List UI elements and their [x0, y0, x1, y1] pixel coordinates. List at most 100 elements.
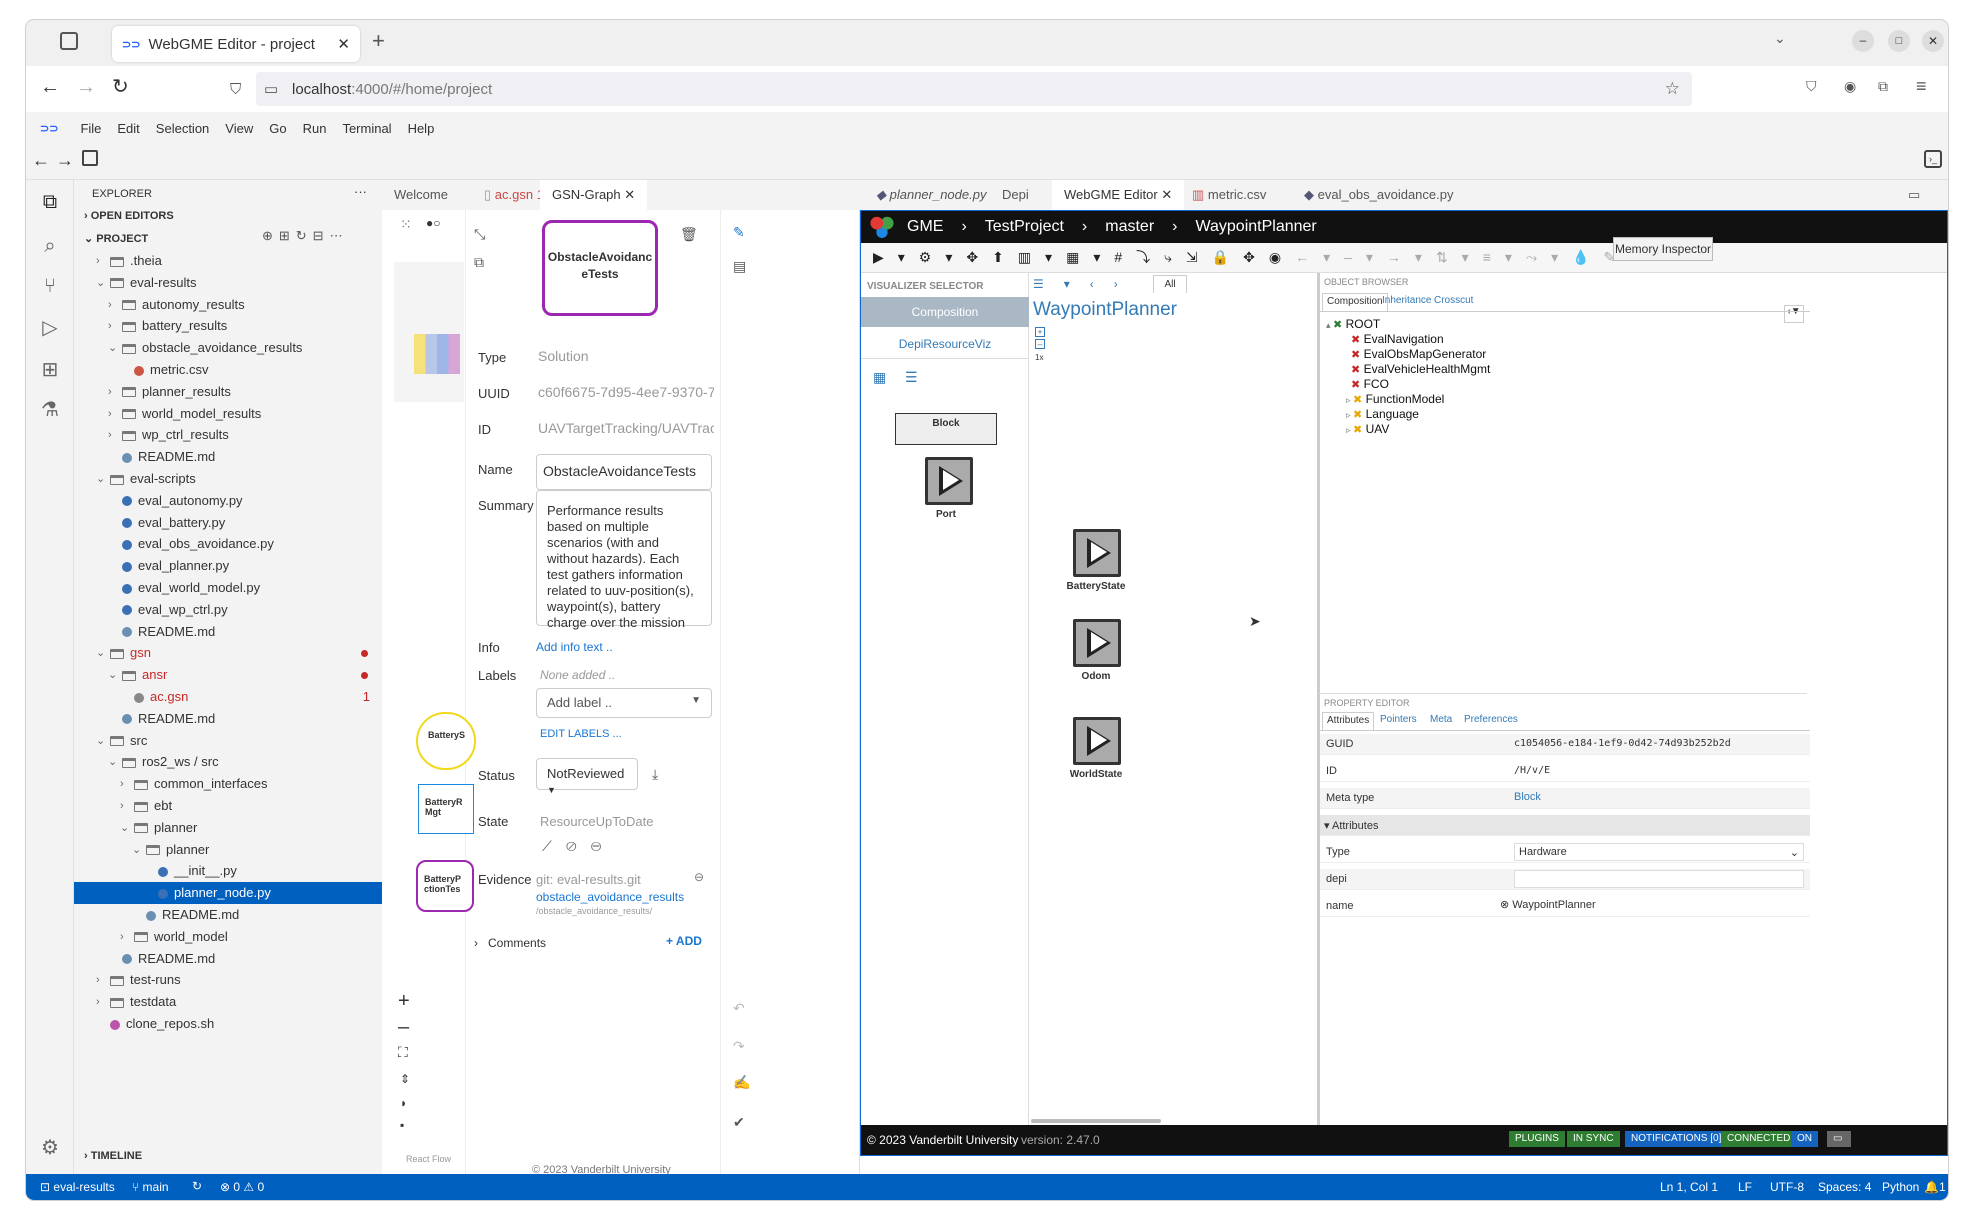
- tree-item[interactable]: ac.gsn 1: [74, 686, 382, 708]
- extensions-icon[interactable]: ⧉: [1878, 78, 1888, 95]
- tab-eval-obs[interactable]: ◆ eval_obs_avoidance.py: [1292, 180, 1466, 210]
- in-sync-badge[interactable]: IN SYNC: [1567, 1131, 1620, 1147]
- grid-icon[interactable]: ⁙: [400, 216, 412, 233]
- explorer-icon[interactable]: ⧉: [38, 190, 62, 214]
- pe-tab-preferences[interactable]: Preferences: [1464, 714, 1518, 725]
- tree-item[interactable]: › world_model: [74, 926, 382, 948]
- pocket-icon[interactable]: ⛉: [1806, 78, 1817, 95]
- tree-item[interactable]: › ebt: [74, 795, 382, 817]
- tree-item[interactable]: › testdata: [74, 991, 382, 1013]
- run-debug-icon[interactable]: ▷: [38, 316, 62, 340]
- keyboard-icon[interactable]: ▭: [1827, 1131, 1851, 1147]
- close-tab-icon[interactable]: ✕: [337, 35, 350, 53]
- collapse-icon[interactable]: ⇕: [400, 1072, 410, 1086]
- tree-item[interactable]: eval_obs_avoidance.py: [74, 533, 382, 555]
- tree-item[interactable]: README.md: [74, 708, 382, 730]
- remove-evidence-icon[interactable]: ⊖: [694, 870, 704, 884]
- reset-icon[interactable]: ⊗: [1500, 899, 1509, 911]
- tree-item[interactable]: planner_node.py: [74, 882, 382, 905]
- tab-gsn-graph[interactable]: GSN-Graph ✕: [540, 180, 648, 210]
- tab-welcome[interactable]: Welcome: [382, 180, 460, 210]
- menu-selection[interactable]: Selection: [156, 121, 209, 136]
- redo-icon[interactable]: ↷: [733, 1038, 745, 1055]
- status-eol[interactable]: LF: [1738, 1180, 1752, 1194]
- edit-labels-link[interactable]: EDIT LABELS ...: [540, 728, 622, 740]
- connected-badge[interactable]: CONNECTED: [1721, 1131, 1797, 1147]
- expand-icon[interactable]: ▹: [1346, 410, 1353, 420]
- explorer-more-icon[interactable]: ···: [354, 184, 367, 199]
- menu-go[interactable]: Go: [269, 121, 286, 136]
- name-input[interactable]: ObstacleAvoidanceTests: [536, 454, 712, 490]
- fit-view-icon[interactable]: ⛶: [398, 1044, 408, 1061]
- menu-help[interactable]: Help: [408, 121, 435, 136]
- tree-item[interactable]: › .theia: [74, 250, 382, 272]
- tree-item[interactable]: ⌄ planner: [74, 839, 382, 861]
- evidence-link[interactable]: obstacle_avoidance_results: [536, 890, 684, 904]
- pe-tab-attributes[interactable]: Attributes: [1322, 712, 1375, 730]
- object-tree-node[interactable]: ▴ ✖ ROOT: [1326, 317, 1380, 331]
- toggle-icon[interactable]: ●○: [426, 216, 441, 230]
- edit-icon[interactable]: ✎: [733, 224, 745, 241]
- tree-item[interactable]: ⌄ eval-results: [74, 272, 382, 294]
- filter-icon[interactable]: ‹▼: [1784, 305, 1804, 323]
- browser-tab-active[interactable]: ⊃⊃ WebGME Editor - project ✕: [112, 26, 360, 62]
- tree-item[interactable]: › test-runs: [74, 969, 382, 991]
- gsn-canvas[interactable]: ⁙ ●○ BatteryS BatteryR Mgt BatteryP ctio…: [382, 210, 476, 1174]
- status-notifications[interactable]: 🔔1: [1924, 1180, 1946, 1194]
- object-tree-node[interactable]: ▹ ✖ UAV: [1346, 422, 1389, 436]
- undo-icon[interactable]: ↶: [733, 1000, 745, 1017]
- attributes-header[interactable]: ▾ Attributes: [1320, 815, 1810, 836]
- crumb-project[interactable]: TestProject: [985, 218, 1064, 236]
- delete-icon[interactable]: 🗑: [680, 226, 698, 243]
- object-tree-node[interactable]: ✖ EvalObsMapGenerator: [1346, 347, 1486, 361]
- viz-depiresource[interactable]: DepiResourceViz: [861, 329, 1029, 359]
- attr-depi-input[interactable]: [1514, 870, 1804, 888]
- status-encoding[interactable]: UTF-8: [1770, 1180, 1804, 1194]
- add-label-select[interactable]: Add label .. ▼: [536, 688, 712, 718]
- node-title-box[interactable]: ObstacleAvoidanceTests: [542, 220, 658, 316]
- tree-item[interactable]: ⌄ eval-scripts: [74, 468, 382, 490]
- on-toggle[interactable]: ON: [1791, 1131, 1818, 1147]
- crumb-branch[interactable]: master: [1105, 218, 1154, 236]
- collapse-panel-icon[interactable]: ⤡: [474, 226, 485, 243]
- part-port-icon[interactable]: [925, 457, 973, 505]
- sync-icon[interactable]: ↻: [192, 1179, 202, 1193]
- settings-gear-icon[interactable]: ⚙: [38, 1136, 62, 1160]
- expand-icon[interactable]: ▴: [1326, 320, 1333, 330]
- tab-depi[interactable]: Depi: [990, 180, 1041, 210]
- grid-view-icon[interactable]: ▦: [873, 369, 886, 386]
- tree-item[interactable]: › battery_results: [74, 315, 382, 337]
- attr-type-select[interactable]: Hardware ⌄: [1514, 843, 1804, 861]
- tree-item[interactable]: › planner_results: [74, 381, 382, 403]
- tree-item[interactable]: ⌄ ansr: [74, 664, 382, 686]
- canvas-scrollbar[interactable]: [1031, 1119, 1161, 1123]
- back-nav-icon[interactable]: ←: [32, 150, 50, 171]
- tree-item[interactable]: README.md: [74, 621, 382, 643]
- toolbar-icons[interactable]: ▶▾⚙▾✥⬆▥▾▦▾#⤵⤷⇲🔒✥◉←▾–▾→▾⇅▾≡▾⤳▾💧✎: [873, 247, 1629, 267]
- status-select[interactable]: NotReviewed ▼: [536, 758, 638, 795]
- menu-file[interactable]: File: [80, 121, 101, 136]
- project-section[interactable]: ⌄ PROJECT: [84, 232, 148, 245]
- summary-textarea[interactable]: Performance results based on multiple sc…: [536, 490, 712, 630]
- tree-item[interactable]: ⌄ obstacle_avoidance_results: [74, 337, 382, 359]
- zoom-in-small-icon[interactable]: +: [1035, 327, 1045, 337]
- reload-icon[interactable]: ↻: [112, 74, 129, 99]
- split-editor-icon[interactable]: ▭: [1896, 180, 1932, 210]
- part-block[interactable]: Block: [895, 413, 997, 445]
- port-odom-icon[interactable]: [1073, 619, 1121, 667]
- list-view-icon[interactable]: ☰: [905, 369, 918, 386]
- comment-icon[interactable]: ✍: [733, 1074, 750, 1091]
- status-repo[interactable]: ⊡ eval-results: [40, 1180, 115, 1194]
- tree-item[interactable]: ⌄ src: [74, 730, 382, 752]
- check-icon[interactable]: ✔: [733, 1114, 745, 1131]
- tree-item[interactable]: metric.csv: [74, 359, 382, 381]
- pe-tab-pointers[interactable]: Pointers: [1380, 714, 1417, 725]
- plugins-badge[interactable]: PLUGINS: [1509, 1131, 1565, 1147]
- open-editors-section[interactable]: › OPEN EDITORS: [84, 210, 174, 222]
- tree-item[interactable]: eval_wp_ctrl.py: [74, 599, 382, 621]
- tree-item[interactable]: ⌄ ros2_ws / src: [74, 751, 382, 773]
- tree-item[interactable]: ⌄ planner: [74, 817, 382, 839]
- port-world-icon[interactable]: [1073, 717, 1121, 765]
- status-problems[interactable]: ⊗ 0 ⚠ 0: [220, 1180, 264, 1194]
- close-window-icon[interactable]: ✕: [1922, 30, 1944, 52]
